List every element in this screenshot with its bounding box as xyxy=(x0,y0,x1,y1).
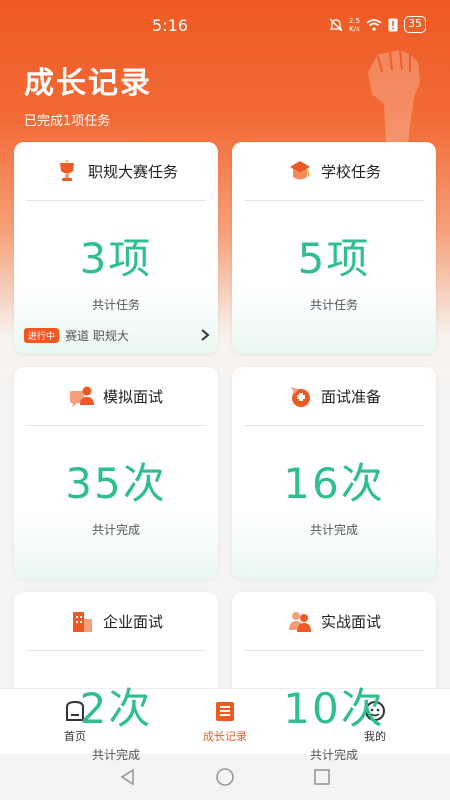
card-value: 16次 xyxy=(283,459,385,508)
card-career-contest-tasks[interactable]: 职规大赛任务 3项 共计任务 进行中 赛道 职规大 xyxy=(14,142,218,354)
wifi-icon xyxy=(366,18,382,31)
card-header: 企业面试 xyxy=(14,592,218,650)
card-value: 5项 xyxy=(297,234,371,283)
chevron-right-icon[interactable] xyxy=(200,328,210,342)
divider xyxy=(244,200,424,201)
page-title: 成长记录 xyxy=(24,66,152,101)
card-label: 共计完成 xyxy=(309,748,358,762)
card-value: 3项 xyxy=(79,234,153,283)
card-title: 职规大赛任务 xyxy=(87,162,178,181)
card-header: 面试准备 xyxy=(232,367,436,425)
back-icon[interactable] xyxy=(119,768,137,786)
ongoing-ticker[interactable]: 进行中 赛道 职规大 xyxy=(24,326,210,344)
card-value: 2次 xyxy=(79,684,153,733)
status-icons: 2.5 K/s 35 xyxy=(329,16,426,33)
header: 成长记录 已完成1项任务 xyxy=(24,58,152,129)
net-speed-value: 2.5 xyxy=(348,16,360,25)
card-header: 模拟面试 xyxy=(14,367,218,425)
card-title: 模拟面试 xyxy=(102,387,163,406)
card-title: 学校任务 xyxy=(320,162,381,181)
card-title: 实战面试 xyxy=(320,612,381,631)
ongoing-tag: 进行中 xyxy=(24,327,60,343)
card-header: 学校任务 xyxy=(232,142,436,200)
interview-prep-icon xyxy=(290,387,310,407)
status-time: 5:16 xyxy=(152,16,188,35)
card-value: 10次 xyxy=(283,684,385,733)
mute-icon xyxy=(329,18,343,31)
practice-interview-icon xyxy=(288,612,311,632)
card-header: 实战面试 xyxy=(232,592,436,650)
card-school-tasks[interactable]: 学校任务 5项 共计任务 xyxy=(232,142,436,354)
divider xyxy=(244,425,424,426)
divider xyxy=(244,650,424,651)
sim-alert-icon xyxy=(388,18,398,31)
card-mock-interview[interactable]: 模拟面试 35次 共计完成 xyxy=(14,367,218,579)
fist-decoration-icon xyxy=(368,49,420,142)
card-label: 共计任务 xyxy=(91,298,140,312)
home-circle-icon[interactable] xyxy=(215,767,235,787)
page-subtitle: 已完成1项任务 xyxy=(24,114,111,129)
divider xyxy=(26,200,206,201)
card-header: 职规大赛任务 xyxy=(14,142,218,200)
ticker-text: 赛道 职规大 xyxy=(65,328,129,343)
net-speed-unit: K/s xyxy=(349,24,360,33)
card-label: 共计任务 xyxy=(309,298,358,312)
card-title: 面试准备 xyxy=(320,387,381,406)
school-icon xyxy=(289,161,310,180)
battery-indicator: 35 xyxy=(404,16,426,33)
card-label: 共计完成 xyxy=(91,748,140,762)
card-title: 企业面试 xyxy=(102,612,163,631)
card-interview-prep[interactable]: 面试准备 16次 共计完成 xyxy=(232,367,436,579)
company-icon xyxy=(72,612,92,632)
card-value: 35次 xyxy=(65,459,167,508)
trophy-icon xyxy=(59,159,74,181)
card-label: 共计完成 xyxy=(309,523,358,537)
mock-interview-icon xyxy=(69,386,94,407)
divider xyxy=(26,425,206,426)
divider xyxy=(26,650,206,651)
recents-icon[interactable] xyxy=(313,768,331,786)
net-speed: 2.5 K/s xyxy=(349,17,360,33)
card-label: 共计完成 xyxy=(91,523,140,537)
